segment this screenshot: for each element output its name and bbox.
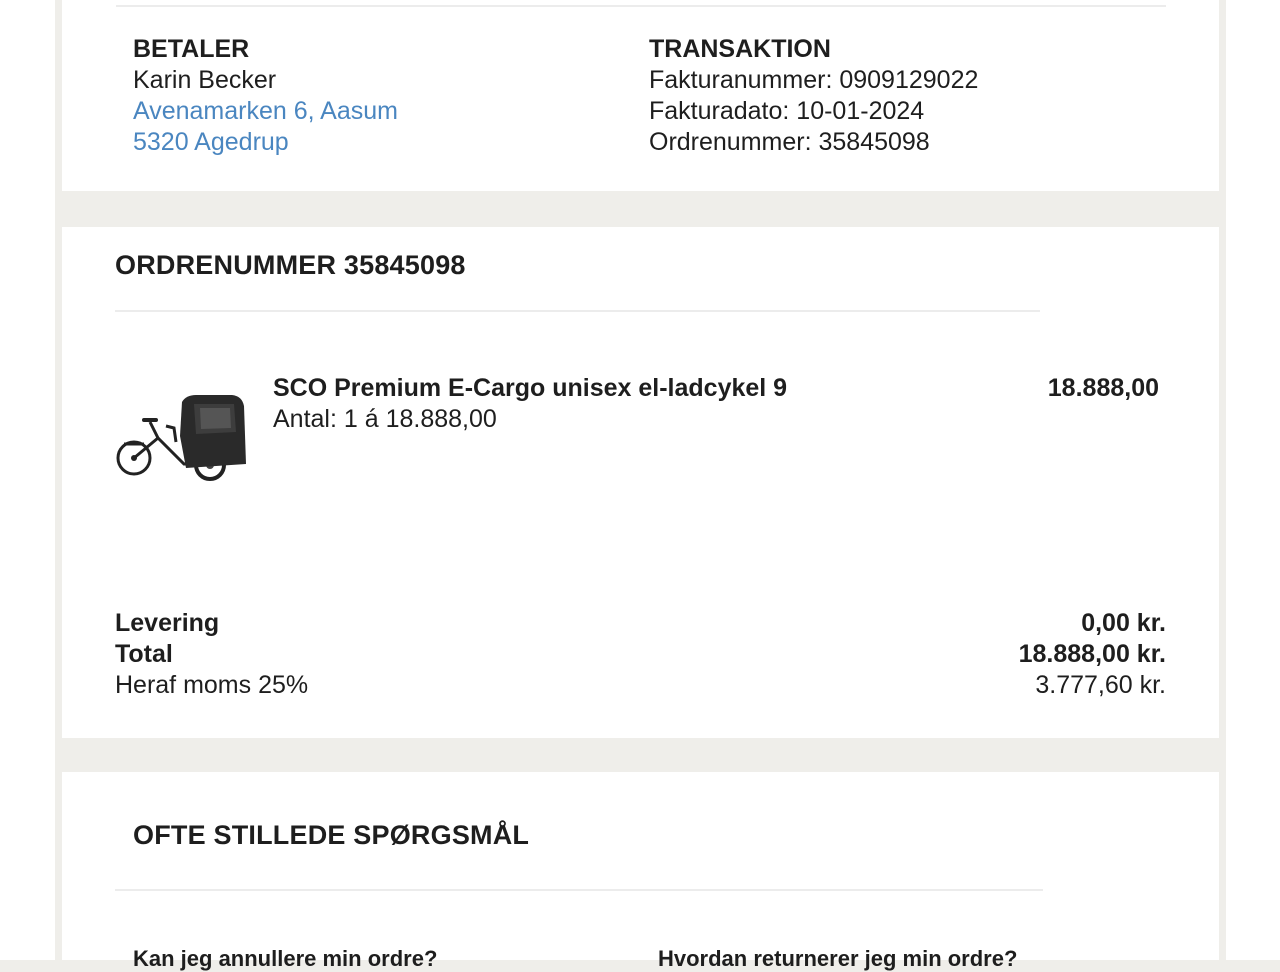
order-item-info: SCO Premium E-Cargo unisex el-ladcykel 9…: [273, 373, 787, 435]
total-label: Total: [115, 640, 173, 668]
page-margin-right: [1226, 0, 1280, 960]
total-value: 18.888,00 kr.: [1018, 640, 1166, 668]
divider: [115, 889, 1043, 891]
order-card: ORDRENUMMER 35845098 SCO Premium E-Cargo…: [62, 227, 1219, 738]
billing-card: BETALER Karin Becker Avenamarken 6, Aasu…: [62, 0, 1219, 191]
transaction-section: TRANSAKTION Fakturanummer: 0909129022 Fa…: [649, 34, 978, 158]
delivery-value: 0,00 kr.: [1081, 609, 1166, 637]
summary-values: 0,00 kr. 18.888,00 kr. 3.777,60 kr.: [866, 608, 1166, 701]
product-name: SCO Premium E-Cargo unisex el-ladcykel 9: [273, 374, 788, 402]
product-price: 18.888,00: [1047, 374, 1159, 402]
summary-labels: Levering Total Heraf moms 25%: [115, 608, 308, 701]
order-heading: ORDRENUMMER 35845098: [115, 250, 466, 280]
faq-card: OFTE STILLEDE SPØRGSMÅL Kan jeg annuller…: [62, 772, 1219, 971]
invoice-number: Fakturanummer: 0909129022: [649, 66, 979, 94]
payer-section: BETALER Karin Becker Avenamarken 6, Aasu…: [133, 34, 398, 158]
delivery-label: Levering: [115, 609, 220, 637]
product-quantity: Antal: 1 á 18.888,00: [273, 405, 497, 433]
faq-question-cancel[interactable]: Kan jeg annullere min ordre?: [133, 946, 437, 972]
payer-heading: BETALER: [133, 35, 250, 63]
payer-street-link[interactable]: Avenamarken 6, Aasum: [133, 96, 398, 127]
faq-question-return[interactable]: Hvordan returnerer jeg min ordre?: [658, 946, 1017, 972]
page-margin-left: [0, 0, 55, 960]
order-number: Ordrenummer: 35845098: [649, 128, 930, 156]
vat-label: Heraf moms 25%: [115, 671, 309, 699]
invoice-date: Fakturadato: 10-01-2024: [649, 97, 925, 125]
divider: [116, 5, 1166, 7]
divider: [115, 310, 1040, 312]
payer-name: Karin Becker: [133, 66, 277, 94]
vat-value: 3.777,60 kr.: [1035, 671, 1166, 699]
payer-city-link[interactable]: 5320 Agedrup: [133, 127, 398, 158]
cargo-bike-image: [114, 392, 248, 484]
faq-heading: OFTE STILLEDE SPØRGSMÅL: [133, 820, 530, 850]
transaction-heading: TRANSAKTION: [649, 35, 831, 63]
